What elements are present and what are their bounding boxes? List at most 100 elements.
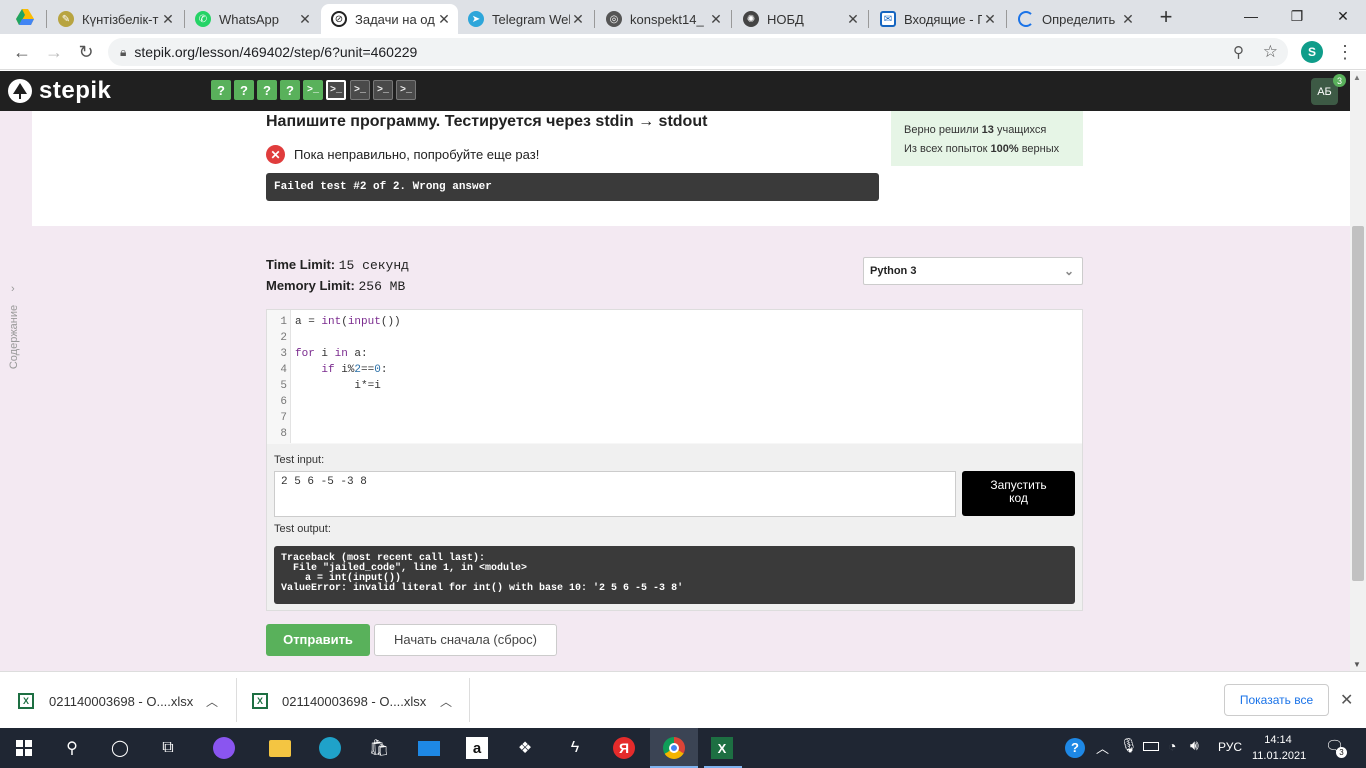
step-quiz-2[interactable]: ? — [234, 80, 254, 100]
google-drive-icon[interactable] — [16, 9, 34, 25]
microsoft-store-icon[interactable]: 🛍︎ — [365, 734, 393, 762]
dropbox-icon[interactable]: ❖ — [511, 734, 539, 762]
mail-icon: ✉ — [880, 11, 896, 27]
table-of-contents-toggle[interactable]: › Содержание — [6, 281, 26, 371]
downloads-shelf: X 021140003698 - O....xlsx ︿ X 021140003… — [0, 671, 1366, 728]
tab-inbox[interactable]: ✉ Входящие - Г ✕ — [870, 4, 1004, 34]
zoom-icon[interactable]: ⚲ — [1233, 43, 1244, 61]
chevron-down-icon: ⌄ — [1063, 264, 1074, 278]
test-runner-panel: Test input: 2 5 6 -5 -3 8 Запустить код … — [267, 444, 1082, 610]
download-item-1[interactable]: X 021140003698 - O....xlsx ︿ — [18, 690, 224, 712]
run-code-button[interactable]: Запустить код — [962, 471, 1075, 516]
code-editor[interactable]: 1 2 3 4 5 6 7 8 a = int(input()) for i i… — [266, 309, 1083, 611]
code-line[interactable]: if i%2==0: — [295, 362, 1082, 378]
close-tab-icon[interactable]: ✕ — [982, 11, 998, 28]
download-item-2[interactable]: X 021140003698 - O....xlsx ︿ — [252, 690, 458, 712]
input-language[interactable]: РУС — [1218, 740, 1242, 754]
close-window-button[interactable]: ✕ — [1320, 0, 1366, 32]
step-code-7[interactable]: >_ — [350, 80, 370, 100]
restore-button[interactable]: ❐ — [1274, 0, 1320, 32]
code-line[interactable] — [295, 410, 1082, 426]
tab-telegram[interactable]: ➤ Telegram Wel ✕ — [458, 4, 592, 34]
chrome-taskbar-active[interactable] — [650, 728, 698, 768]
bookmark-star-icon[interactable]: ☆ — [1263, 42, 1278, 62]
task-view-icon[interactable]: ⧉ — [154, 734, 182, 762]
close-tab-icon[interactable]: ✕ — [1120, 11, 1136, 28]
back-icon[interactable]: ← — [10, 40, 34, 64]
step-code-8[interactable]: >_ — [373, 80, 393, 100]
step-code-6-current[interactable]: >_ — [326, 80, 346, 100]
help-icon[interactable]: ? — [1065, 738, 1085, 758]
address-bar[interactable]: 🔒︎ stepik.org/lesson/469402/step/6?unit=… — [108, 38, 1288, 66]
code-line[interactable] — [295, 330, 1082, 346]
close-shelf-icon[interactable]: ✕ — [1340, 690, 1353, 710]
nobd-icon: ✺ — [743, 11, 759, 27]
cortana-icon[interactable]: ◯ — [106, 734, 134, 762]
page-scrollbar[interactable]: ▲ ▼ — [1350, 71, 1366, 671]
close-tab-icon[interactable]: ✕ — [436, 11, 452, 28]
show-all-button[interactable]: Показать все — [1224, 684, 1329, 716]
test-input-field[interactable]: 2 5 6 -5 -3 8 — [274, 471, 956, 517]
microphone-icon[interactable]: 🎙︎ — [1120, 737, 1138, 754]
minimize-button[interactable]: — — [1228, 0, 1274, 32]
tab-loading[interactable]: Определить ✕ — [1008, 4, 1142, 34]
stepik-logo[interactable]: stepik — [8, 77, 111, 104]
alice-assistant-icon[interactable] — [210, 734, 238, 762]
yandex-browser-icon[interactable]: Я — [610, 734, 638, 762]
code-line[interactable]: a = int(input()) — [295, 314, 1082, 330]
telegram-icon: ➤ — [468, 11, 484, 27]
lock-icon[interactable]: 🔒︎ — [120, 45, 126, 60]
step-quiz-1[interactable]: ? — [211, 80, 231, 100]
tab-whatsapp[interactable]: ✆ WhatsApp ✕ — [185, 4, 319, 34]
code-line[interactable] — [295, 426, 1082, 442]
chevron-up-icon[interactable]: ︿ — [440, 693, 452, 710]
shelf-divider — [469, 678, 470, 722]
scroll-up-arrow-icon[interactable]: ▲ — [1353, 73, 1361, 82]
wifi-icon[interactable]: ◔ — [1168, 738, 1176, 754]
reset-button[interactable]: Начать сначала (сброс) — [374, 624, 557, 656]
notification-count-badge: 3 — [1336, 747, 1347, 758]
reload-icon[interactable]: ↻ — [74, 40, 98, 64]
close-tab-icon[interactable]: ✕ — [708, 11, 724, 28]
step-quiz-4[interactable]: ? — [280, 80, 300, 100]
profile-avatar[interactable]: S — [1301, 41, 1323, 63]
file-explorer-icon[interactable] — [266, 734, 294, 762]
code-text-area[interactable]: a = int(input()) for i in a: if i%2==0: … — [291, 310, 1082, 443]
clock[interactable]: 14:14 11.01.2021 — [1252, 732, 1306, 764]
step-quiz-3[interactable]: ? — [257, 80, 277, 100]
tab-stepik-active[interactable]: ⊘ Задачи на од ✕ — [321, 4, 458, 34]
windows-start-icon[interactable] — [10, 734, 38, 762]
tab-nobd[interactable]: ✺ НОБД ✕ — [733, 4, 867, 34]
stepik-logo-icon — [8, 79, 32, 103]
scroll-thumb[interactable] — [1352, 226, 1364, 581]
code-line[interactable]: for i in a: — [295, 346, 1082, 362]
scroll-down-arrow-icon[interactable]: ▼ — [1353, 660, 1361, 669]
close-tab-icon[interactable]: ✕ — [297, 11, 313, 28]
new-tab-button[interactable]: + — [1154, 6, 1178, 30]
tab-konspekt[interactable]: ◎ konspekt14_ ✕ — [596, 4, 730, 34]
forward-icon[interactable]: → — [42, 40, 66, 64]
chevron-up-icon[interactable]: ︿ — [206, 693, 218, 710]
edge-browser-icon[interactable] — [316, 734, 344, 762]
line-number: 4 — [280, 364, 287, 376]
code-line[interactable]: i*=i — [295, 378, 1082, 394]
battery-icon[interactable] — [1143, 742, 1159, 751]
browser-menu-icon[interactable]: ⋮ — [1336, 40, 1354, 64]
close-tab-icon[interactable]: ✕ — [570, 11, 586, 28]
show-hidden-icons[interactable]: ︿ — [1096, 738, 1109, 757]
code-line[interactable] — [295, 394, 1082, 410]
submit-button[interactable]: Отправить — [266, 624, 370, 656]
volume-icon[interactable]: 🔊︎ — [1190, 737, 1199, 754]
tab-kuntizbelik[interactable]: ✎ Күнтізбелік-т ✕ — [48, 4, 182, 34]
step-code-5[interactable]: >_ — [303, 80, 323, 100]
amazon-icon[interactable]: a — [463, 734, 491, 762]
search-icon[interactable]: ⚲ — [58, 734, 86, 762]
lightning-app-icon[interactable]: ϟ — [561, 734, 589, 762]
close-tab-icon[interactable]: ✕ — [845, 11, 861, 28]
close-tab-icon[interactable]: ✕ — [160, 11, 176, 28]
mail-app-icon[interactable] — [415, 734, 443, 762]
step-code-9[interactable]: >_ — [396, 80, 416, 100]
excel-icon[interactable]: X — [708, 734, 736, 762]
output-line: ValueError: invalid literal for int() wi… — [281, 583, 684, 594]
language-select[interactable]: Python 3 ⌄ — [863, 257, 1083, 285]
